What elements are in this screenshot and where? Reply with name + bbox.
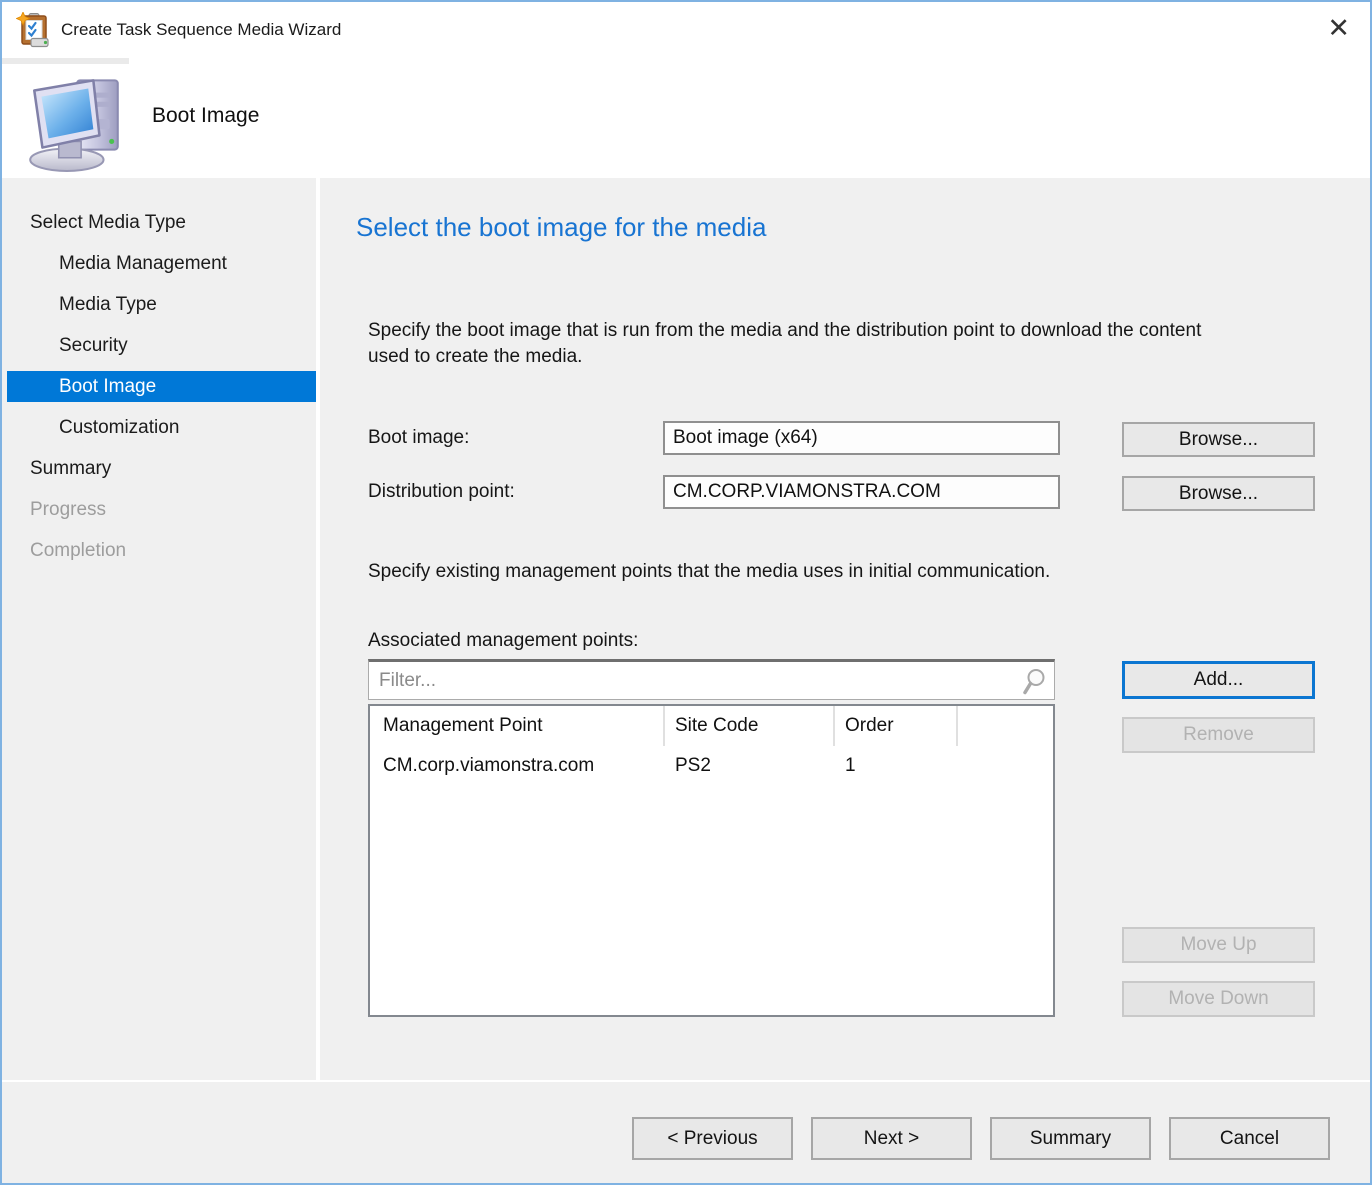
close-icon: ✕ (1327, 13, 1350, 43)
column-header-management-point[interactable]: Management Point (370, 706, 665, 746)
sidebar-item-media-type[interactable]: Media Type (2, 284, 316, 325)
table-header: Management Point Site Code Order (370, 706, 1053, 746)
page-description-line2: used to create the media. (368, 344, 1201, 370)
wizard-nav: Select Media Type Media Management Media… (2, 178, 320, 1080)
search-icon (1021, 667, 1047, 697)
column-header-order[interactable]: Order (835, 706, 958, 746)
task-sequence-media-icon (16, 12, 52, 48)
sidebar-item-security[interactable]: Security (2, 325, 316, 366)
filter-box (368, 659, 1055, 700)
management-points-table: Management Point Site Code Order CM.corp… (368, 704, 1055, 1017)
column-header-spacer (958, 706, 1053, 746)
remove-button: Remove (1122, 717, 1315, 753)
page-description: Specify the boot image that is run from … (368, 318, 1201, 370)
filter-input[interactable] (369, 662, 1028, 699)
sidebar-item-customization[interactable]: Customization (2, 407, 316, 448)
cell-order: 1 (835, 746, 958, 786)
page-step-title: Boot Image (152, 104, 259, 128)
cancel-button[interactable]: Cancel (1169, 1117, 1330, 1160)
cell-site-code: PS2 (665, 746, 835, 786)
boot-image-label: Boot image: (368, 421, 469, 455)
wizard-window: Create Task Sequence Media Wizard ✕ (0, 0, 1372, 1185)
page-heading: Select the boot image for the media (356, 212, 766, 243)
computer-icon (18, 60, 130, 172)
distribution-point-input[interactable] (663, 475, 1060, 509)
close-button[interactable]: ✕ (1307, 11, 1370, 50)
wizard-banner: Boot Image (2, 58, 1370, 178)
sidebar-item-progress: Progress (2, 489, 316, 530)
sidebar-item-summary[interactable]: Summary (2, 448, 316, 489)
next-button[interactable]: Next > (811, 1117, 972, 1160)
window-title: Create Task Sequence Media Wizard (61, 20, 341, 40)
cell-management-point: CM.corp.viamonstra.com (370, 746, 665, 786)
cell-spacer (958, 746, 1053, 786)
previous-button[interactable]: < Previous (632, 1117, 793, 1160)
boot-image-input[interactable] (663, 421, 1060, 455)
management-point-instruction: Specify existing management points that … (368, 561, 1050, 583)
wizard-body: Select Media Type Media Management Media… (2, 178, 1370, 1080)
boot-image-browse-button[interactable]: Browse... (1122, 422, 1315, 457)
associated-management-points-label: Associated management points: (368, 630, 638, 652)
sidebar-item-media-management[interactable]: Media Management (2, 243, 316, 284)
wizard-footer: < Previous Next > Summary Cancel (2, 1080, 1370, 1183)
sidebar-item-boot-image[interactable]: Boot Image (7, 371, 316, 402)
move-down-button: Move Down (1122, 981, 1315, 1017)
column-header-site-code[interactable]: Site Code (665, 706, 835, 746)
page-description-line1: Specify the boot image that is run from … (368, 318, 1201, 344)
summary-button[interactable]: Summary (990, 1117, 1151, 1160)
main-panel: Select the boot image for the media Spec… (320, 178, 1370, 1080)
add-button[interactable]: Add... (1122, 661, 1315, 699)
table-row[interactable]: CM.corp.viamonstra.com PS2 1 (370, 746, 1053, 786)
distribution-point-browse-button[interactable]: Browse... (1122, 476, 1315, 511)
sidebar-item-completion: Completion (2, 530, 316, 571)
move-up-button: Move Up (1122, 927, 1315, 963)
title-bar: Create Task Sequence Media Wizard ✕ (2, 2, 1370, 58)
sidebar-item-select-media-type[interactable]: Select Media Type (2, 202, 316, 243)
distribution-point-label: Distribution point: (368, 475, 515, 509)
